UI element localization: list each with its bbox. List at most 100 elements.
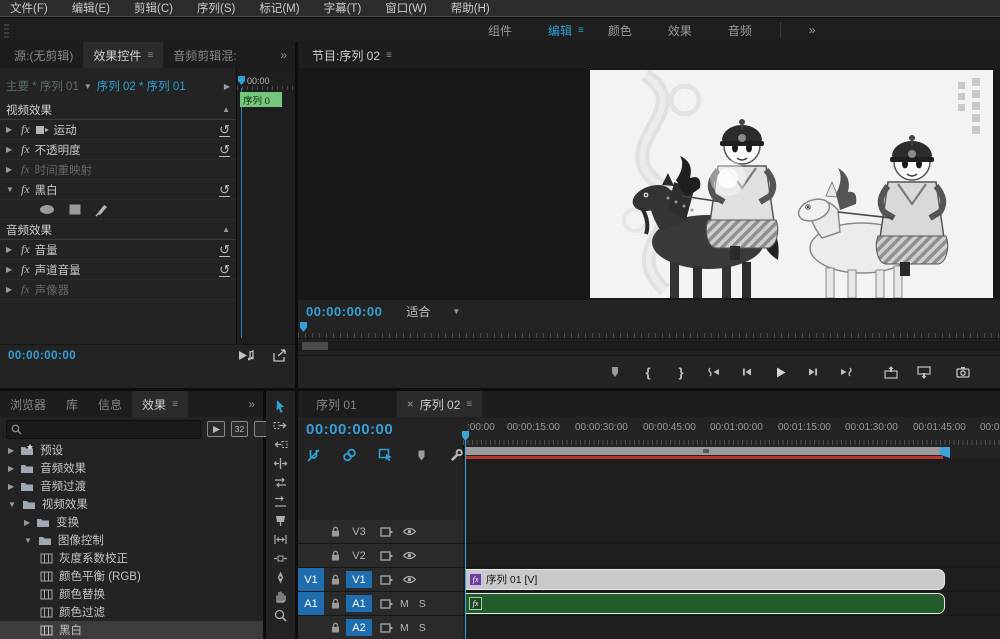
rate-stretch-tool[interactable] (266, 492, 295, 511)
workspace-tab-assembly[interactable]: 组件 (470, 22, 530, 39)
effect-row-channel-volume[interactable]: ▶ fx 声道音量 ↺ (0, 260, 236, 280)
track-lane-a1[interactable]: fx (463, 592, 1000, 616)
panel-menu-icon[interactable]: ≡ (147, 50, 153, 61)
track-lock-icon[interactable] (324, 549, 346, 562)
fx-icon[interactable]: fx (21, 262, 30, 277)
zoom-tool[interactable] (266, 606, 295, 625)
workspace-tab-color[interactable]: 颜色 (590, 22, 650, 39)
source-patch-a1[interactable]: A1 (298, 592, 324, 615)
track-name[interactable]: A2 (346, 619, 372, 636)
extract-button[interactable] (915, 363, 933, 381)
track-source-icon[interactable] (380, 574, 394, 586)
reset-effect-icon[interactable]: ↺ (219, 183, 230, 197)
fx-icon[interactable]: fx (21, 242, 30, 257)
track-output-eye-icon[interactable] (402, 550, 417, 561)
effect-controls-timecode[interactable]: 00:00:00:00 (8, 350, 76, 362)
workspace-tab-audio[interactable]: 音频 (710, 22, 770, 39)
slip-tool[interactable] (266, 530, 295, 549)
tab-program-monitor[interactable]: 节目:序列 02 ≡ (298, 42, 402, 68)
twirl-right-icon[interactable]: ▶ (24, 518, 30, 527)
panel-menu-icon[interactable]: ≡ (466, 399, 472, 410)
tree-item-audio-transitions[interactable]: ▶ 音频过渡 (0, 477, 263, 495)
tree-item-gamma-correction[interactable]: 灰度系数校正 (0, 549, 263, 567)
tab-libraries[interactable]: 库 (56, 391, 88, 417)
timeline-empty-area[interactable] (463, 459, 1000, 521)
solo-button[interactable]: S (419, 622, 426, 634)
track-source-icon[interactable] (380, 550, 394, 562)
track-select-backward-tool[interactable] (266, 435, 295, 454)
show-timeline-icon[interactable]: ▶ (224, 82, 230, 91)
tree-item-transform[interactable]: ▶ 变换 (0, 513, 263, 531)
play-button[interactable] (771, 363, 789, 381)
track-output-eye-icon[interactable] (402, 526, 417, 537)
menu-window[interactable]: 窗口(W) (385, 0, 427, 16)
twirl-right-icon[interactable]: ▶ (6, 265, 16, 274)
workspace-tab-effects[interactable]: 效果 (650, 22, 710, 39)
tab-media-browser[interactable]: 浏览器 (0, 391, 56, 417)
effect-row-black-white[interactable]: ▼ fx 黑白 ↺ (0, 180, 236, 200)
twirl-down-icon[interactable]: ▼ (6, 185, 16, 194)
track-lock-icon[interactable] (324, 525, 346, 538)
video-effects-section-header[interactable]: 视频效果 ▲ (0, 100, 236, 120)
program-scrollbar[interactable] (298, 341, 1000, 351)
menu-title[interactable]: 字幕(T) (324, 0, 362, 16)
panel-menu-icon[interactable]: ≡ (172, 399, 178, 410)
sequence-clip-label[interactable]: 序列 02 * 序列 01 (97, 78, 186, 94)
tree-item-image-control[interactable]: ▼ 图像控制 (0, 531, 263, 549)
track-lane-a2[interactable] (463, 616, 1000, 639)
linked-selection-icon[interactable] (342, 448, 357, 463)
mark-in-button[interactable]: { (639, 363, 657, 381)
accelerated-effects-badge[interactable] (207, 421, 225, 437)
timeline-marker-icon[interactable] (415, 449, 428, 462)
timeline-timecode[interactable]: 00:00:00:00 (306, 421, 393, 438)
step-forward-button[interactable] (804, 363, 822, 381)
reset-effect-icon[interactable]: ↺ (219, 123, 230, 137)
close-icon[interactable]: × (407, 397, 414, 411)
menu-edit[interactable]: 编辑(E) (72, 0, 110, 16)
step-back-button[interactable] (738, 363, 756, 381)
clip-sequence-01-audio[interactable]: fx (465, 593, 945, 614)
slide-tool[interactable] (266, 549, 295, 568)
mini-timeline-ruler[interactable]: 00:00 (237, 76, 295, 90)
work-area-bar[interactable] (465, 447, 940, 455)
collapse-icon[interactable]: ▲ (222, 225, 230, 234)
rolling-edit-tool[interactable] (266, 473, 295, 492)
go-to-out-button[interactable] (837, 363, 855, 381)
twirl-right-icon[interactable]: ▶ (8, 482, 14, 491)
32bit-color-badge[interactable]: 32 (231, 421, 248, 437)
tree-item-black-white[interactable]: 黑白 (0, 621, 263, 639)
tab-sequence-02[interactable]: × 序列 02 ≡ (397, 391, 483, 417)
go-to-in-button[interactable] (705, 363, 723, 381)
audio-effects-section-header[interactable]: 音频效果 ▲ (0, 220, 236, 240)
workspace-tab-menu-icon[interactable]: ≡ (578, 25, 584, 36)
collapse-icon[interactable]: ▲ (222, 105, 230, 114)
program-mini-ruler[interactable] (298, 324, 1000, 339)
tree-item-color-balance-rgb[interactable]: 颜色平衡 (RGB) (0, 567, 263, 585)
track-name[interactable]: V1 (346, 571, 372, 588)
twirl-right-icon[interactable]: ▶ (6, 165, 16, 174)
chevron-down-icon[interactable]: ▼ (84, 82, 92, 91)
nest-sequences-icon[interactable] (378, 447, 394, 463)
export-keyframes-icon[interactable] (272, 349, 287, 362)
track-name[interactable]: V2 (346, 547, 372, 564)
play-audio-icon[interactable] (238, 349, 256, 362)
tab-audio-clip-mixer[interactable]: 音频剪辑混: (163, 42, 246, 68)
panel-overflow-button[interactable]: » (240, 391, 263, 417)
source-patch-empty[interactable] (298, 520, 324, 543)
effect-row-opacity[interactable]: ▶ fx 不透明度 ↺ (0, 140, 236, 160)
track-source-icon[interactable] (380, 622, 394, 634)
timeline-settings-wrench-icon[interactable] (449, 448, 464, 463)
fx-icon[interactable]: fx (21, 142, 30, 157)
zoom-level-select[interactable]: 适合 ▼ (406, 303, 460, 320)
snap-toggle-icon[interactable] (306, 448, 321, 463)
ellipse-mask-icon[interactable] (38, 203, 56, 216)
selection-tool[interactable] (266, 397, 295, 416)
source-patch-empty[interactable] (298, 616, 324, 639)
razor-tool[interactable] (266, 511, 295, 530)
track-source-icon[interactable] (380, 598, 394, 610)
hand-tool[interactable] (266, 587, 295, 606)
twirl-right-icon[interactable]: ▶ (6, 285, 16, 294)
tree-item-video-effects[interactable]: ▼ 视频效果 (0, 495, 263, 513)
twirl-right-icon[interactable]: ▶ (8, 446, 14, 455)
tree-item-color-replace[interactable]: 颜色替换 (0, 585, 263, 603)
